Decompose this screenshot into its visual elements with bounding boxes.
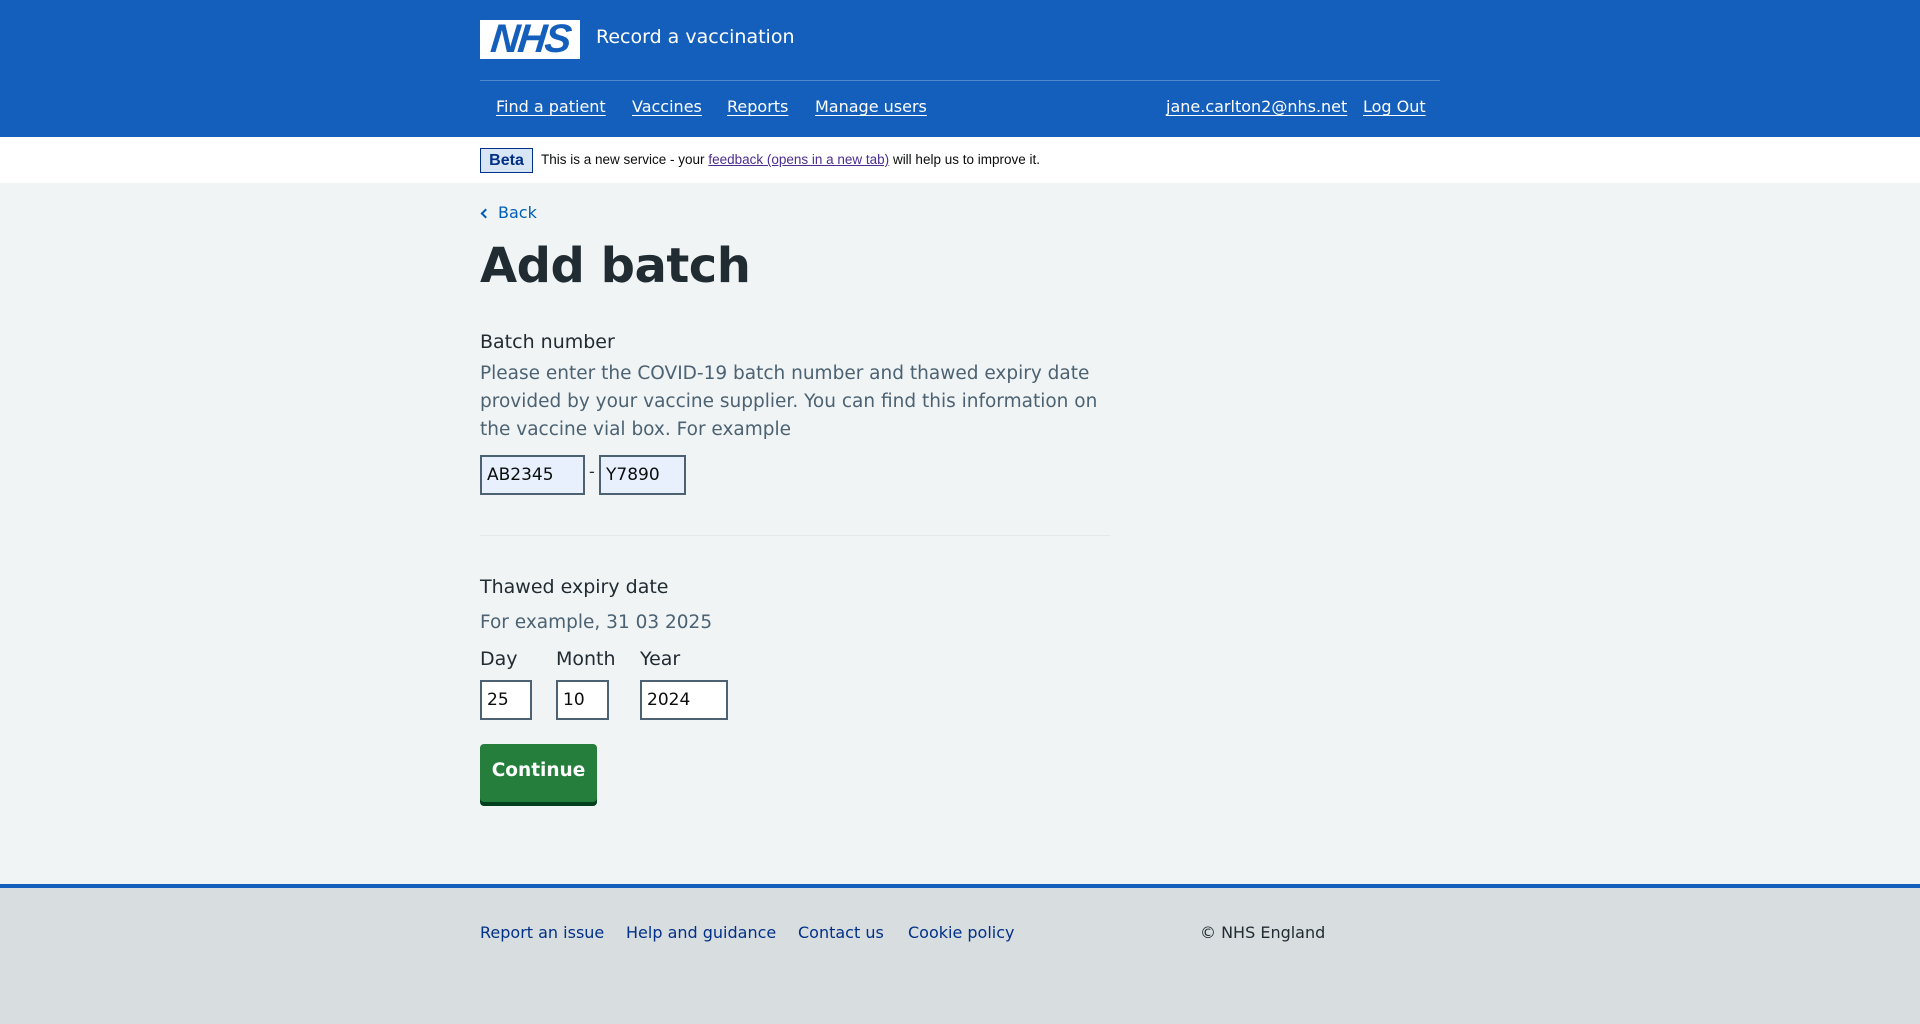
batch-number-label: Batch number: [480, 331, 615, 353]
chevron-left-icon: [480, 208, 491, 218]
year-label: Year: [640, 648, 681, 670]
footer-help-link[interactable]: Help and guidance: [626, 922, 776, 944]
back-link-label: Back: [498, 203, 537, 222]
nhs-logo-text: NHS: [488, 17, 572, 61]
batch-number-hint: Please enter the COVID-19 batch number a…: [480, 363, 1098, 440]
back-link[interactable]: Back: [480, 202, 537, 224]
expiry-date-label: Thawed expiry date: [480, 576, 669, 598]
beta-text-after: will help us to improve it.: [889, 152, 1040, 167]
copyright: © NHS England: [1200, 923, 1326, 942]
day-input[interactable]: [480, 680, 532, 720]
logout-link[interactable]: Log Out: [1363, 96, 1426, 118]
beta-tag: Beta: [480, 148, 533, 173]
footer-report-issue-link[interactable]: Report an issue: [480, 922, 604, 944]
site-footer: Report an issue Help and guidance Contac…: [0, 884, 1920, 1024]
batch-separator: -: [589, 462, 595, 481]
nhs-logo[interactable]: NHS: [480, 17, 580, 61]
phase-banner: Beta This is a new service - your feedba…: [0, 137, 1920, 183]
batch-suffix-input[interactable]: [599, 455, 686, 495]
feedback-link[interactable]: feedback (opens in a new tab): [708, 152, 889, 167]
nav-find-a-patient[interactable]: Find a patient: [496, 96, 606, 118]
nav-manage-users[interactable]: Manage users: [815, 96, 927, 118]
beta-text-before: This is a new service - your: [541, 152, 709, 167]
expiry-date-hint: For example, 31 03 2025: [480, 612, 713, 633]
nav-vaccines[interactable]: Vaccines: [632, 96, 702, 118]
user-email-link[interactable]: jane.carlton2@nhs.net: [1166, 96, 1347, 118]
month-input[interactable]: [556, 680, 609, 720]
service-name[interactable]: Record a vaccination: [596, 24, 795, 50]
page-title: Add batch: [480, 238, 751, 294]
site-header: NHS Record a vaccination Find a patient …: [0, 0, 1920, 137]
continue-button[interactable]: Continue: [480, 744, 597, 802]
year-input[interactable]: [640, 680, 728, 720]
month-label: Month: [556, 648, 616, 670]
section-divider: [480, 535, 1110, 536]
footer-contact-link[interactable]: Contact us: [798, 922, 884, 944]
day-label: Day: [480, 648, 518, 670]
nav-reports[interactable]: Reports: [727, 96, 788, 118]
batch-prefix-input[interactable]: [480, 455, 585, 495]
header-divider: [480, 80, 1440, 81]
beta-message: This is a new service - your feedback (o…: [541, 151, 1040, 169]
footer-cookie-policy-link[interactable]: Cookie policy: [908, 922, 1015, 944]
